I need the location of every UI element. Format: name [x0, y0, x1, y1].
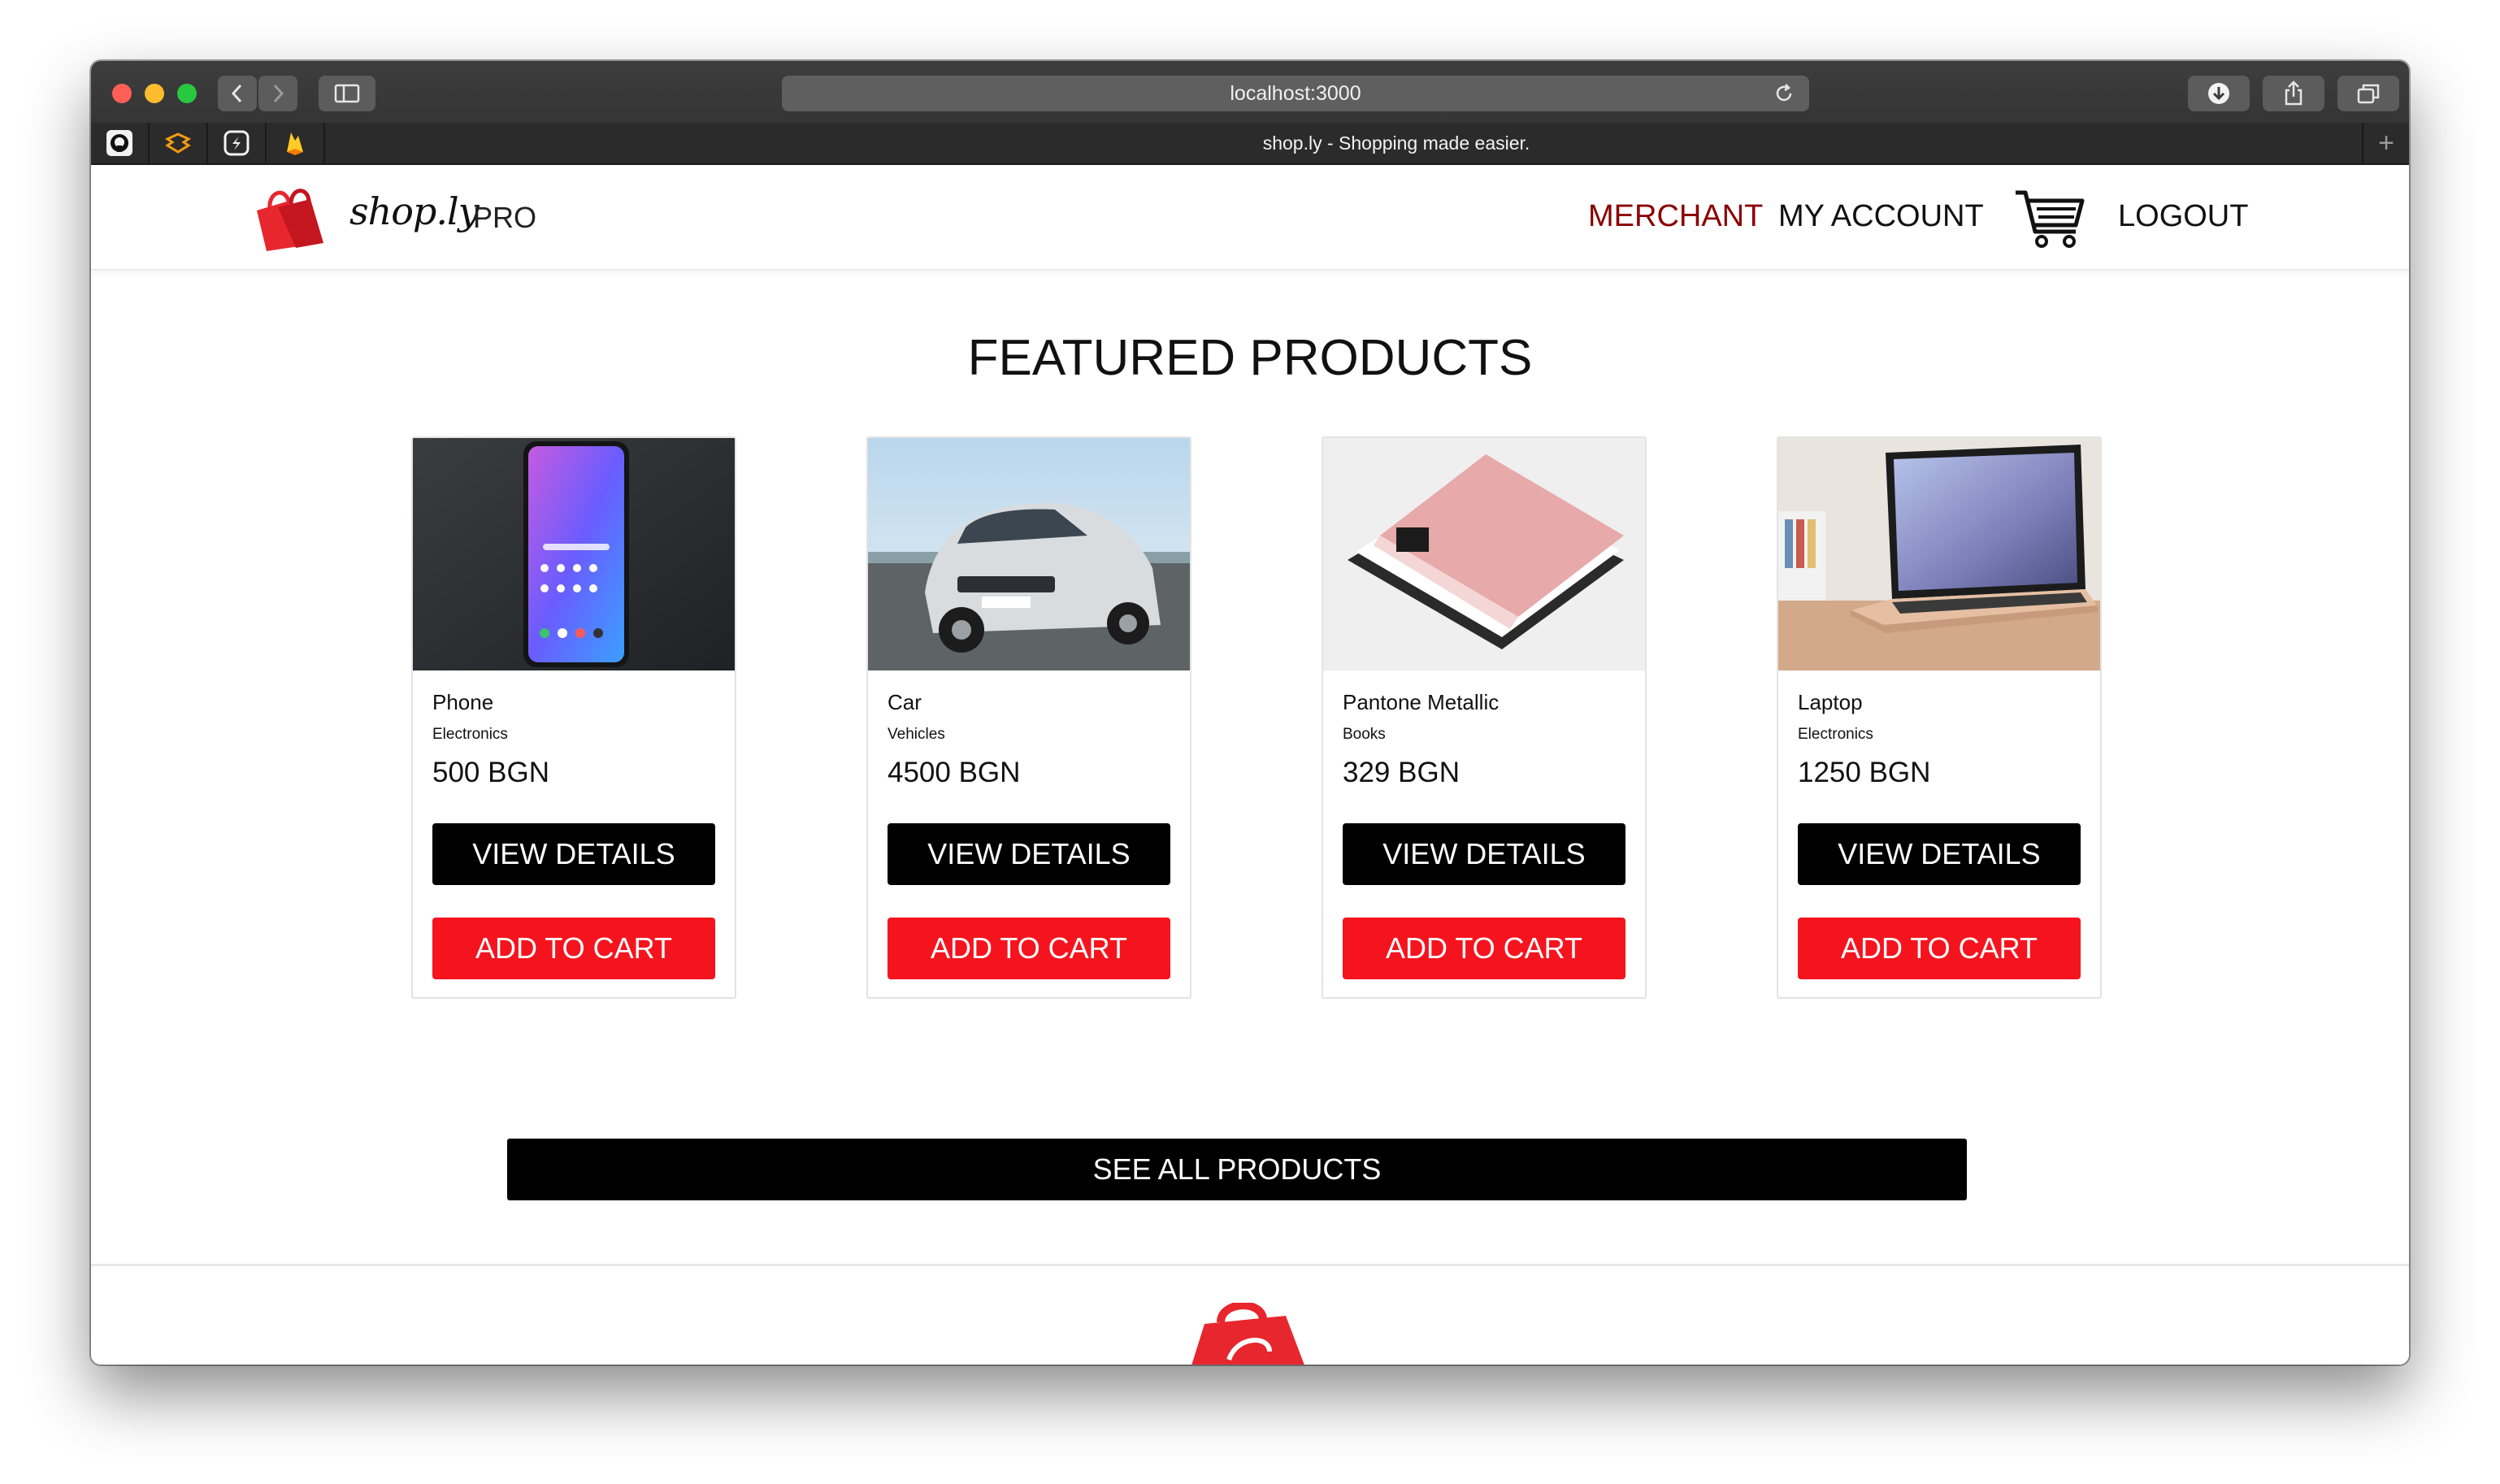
product-image-phone[interactable]: [413, 438, 735, 670]
tab-bar: shop.ly - Shopping made easier. +: [91, 123, 2409, 165]
share-icon: [2285, 80, 2303, 106]
extension-icon: [224, 130, 250, 156]
add-to-cart-button[interactable]: ADD TO CART: [432, 918, 715, 979]
favorite-github[interactable]: [91, 123, 150, 163]
close-window-button[interactable]: [112, 84, 132, 103]
product-card: Phone Electronics 500 BGN VIEW DETAILS A…: [411, 436, 736, 999]
browser-window: localhost:3000 shop.ly - Shopping made e…: [91, 61, 2409, 1365]
view-details-button[interactable]: VIEW DETAILS: [888, 823, 1170, 885]
product-price: 500 BGN: [432, 757, 549, 788]
view-details-button[interactable]: VIEW DETAILS: [432, 823, 715, 885]
nav-my-account-link[interactable]: MY ACCOUNT: [1778, 199, 1984, 234]
product-image-car[interactable]: [868, 438, 1190, 670]
product-card: Laptop Electronics 1250 BGN VIEW DETAILS…: [1777, 436, 2102, 999]
active-tab[interactable]: shop.ly - Shopping made easier.: [432, 123, 2360, 163]
product-category: Books: [1343, 726, 1386, 743]
product-price: 4500 BGN: [888, 757, 1021, 788]
add-to-cart-button[interactable]: ADD TO CART: [1798, 918, 2081, 979]
view-details-button[interactable]: VIEW DETAILS: [1798, 823, 2081, 885]
product-category: Electronics: [432, 726, 508, 743]
product-category: Electronics: [1798, 726, 1873, 743]
product-name[interactable]: Phone: [432, 690, 493, 715]
minimize-window-button[interactable]: [145, 84, 164, 103]
add-to-cart-button[interactable]: ADD TO CART: [888, 918, 1170, 979]
product-image-pantone-book[interactable]: [1323, 438, 1645, 670]
product-category: Vehicles: [888, 726, 945, 743]
download-icon: [2208, 83, 2229, 104]
tabs-icon: [2357, 84, 2380, 104]
reload-icon[interactable]: [1773, 83, 1795, 104]
shopping-cart-icon[interactable]: [2014, 186, 2087, 251]
new-tab-button[interactable]: +: [2362, 123, 2409, 163]
shop-bag-logo-icon[interactable]: [254, 183, 327, 253]
product-name[interactable]: Car: [888, 690, 922, 715]
product-name[interactable]: Pantone Metallic: [1343, 690, 1499, 715]
product-card: Car Vehicles 4500 BGN VIEW DETAILS ADD T…: [866, 436, 1191, 999]
tab-title: shop.ly - Shopping made easier.: [1262, 132, 1530, 154]
browser-toolbar: localhost:3000: [91, 61, 2409, 124]
featured-products-heading: FEATURED PRODUCTS: [967, 330, 1533, 386]
package-icon: [164, 132, 192, 154]
sidebar-icon: [334, 84, 360, 103]
view-details-button[interactable]: VIEW DETAILS: [1343, 823, 1625, 885]
chevron-right-icon: [273, 84, 284, 103]
brand-name[interactable]: shop.ly: [349, 189, 480, 233]
zoom-window-button[interactable]: [177, 84, 197, 103]
footer-divider: [91, 1264, 2409, 1266]
share-button[interactable]: [2263, 76, 2324, 111]
url-text: localhost:3000: [1230, 81, 1361, 105]
favorite-package[interactable]: [150, 123, 208, 163]
product-price: 1250 BGN: [1798, 757, 1931, 788]
site-navbar: shop.ly PRO MERCHANT MY ACCOUNT LOGOUT: [91, 165, 2409, 271]
back-button[interactable]: [218, 76, 257, 111]
downloads-button[interactable]: [2188, 76, 2250, 111]
favorite-firebase[interactable]: [267, 123, 325, 163]
nav-merchant-link[interactable]: MERCHANT: [1588, 199, 1763, 234]
web-page: shop.ly PRO MERCHANT MY ACCOUNT LOGOUT F…: [91, 165, 2409, 1365]
product-price: 329 BGN: [1343, 757, 1460, 788]
plus-icon: +: [2378, 127, 2394, 158]
github-icon: [106, 130, 132, 156]
footer-bag-logo-icon: [1191, 1303, 1304, 1365]
edition-label: PRO: [473, 201, 537, 234]
sidebar-button[interactable]: [319, 76, 375, 111]
chevron-left-icon: [231, 84, 242, 103]
firebase-icon: [287, 132, 303, 155]
tabs-overview-button[interactable]: [2337, 76, 2399, 111]
favorite-extension[interactable]: [208, 123, 267, 163]
nav-logout-link[interactable]: LOGOUT: [2118, 199, 2248, 234]
address-bar[interactable]: localhost:3000: [782, 76, 1809, 111]
product-image-laptop[interactable]: [1778, 438, 2100, 670]
add-to-cart-button[interactable]: ADD TO CART: [1343, 918, 1625, 979]
see-all-products-button[interactable]: SEE ALL PRODUCTS: [507, 1139, 1967, 1200]
product-name[interactable]: Laptop: [1798, 690, 1863, 715]
product-card: Pantone Metallic Books 329 BGN VIEW DETA…: [1322, 436, 1647, 999]
forward-button[interactable]: [258, 76, 297, 111]
